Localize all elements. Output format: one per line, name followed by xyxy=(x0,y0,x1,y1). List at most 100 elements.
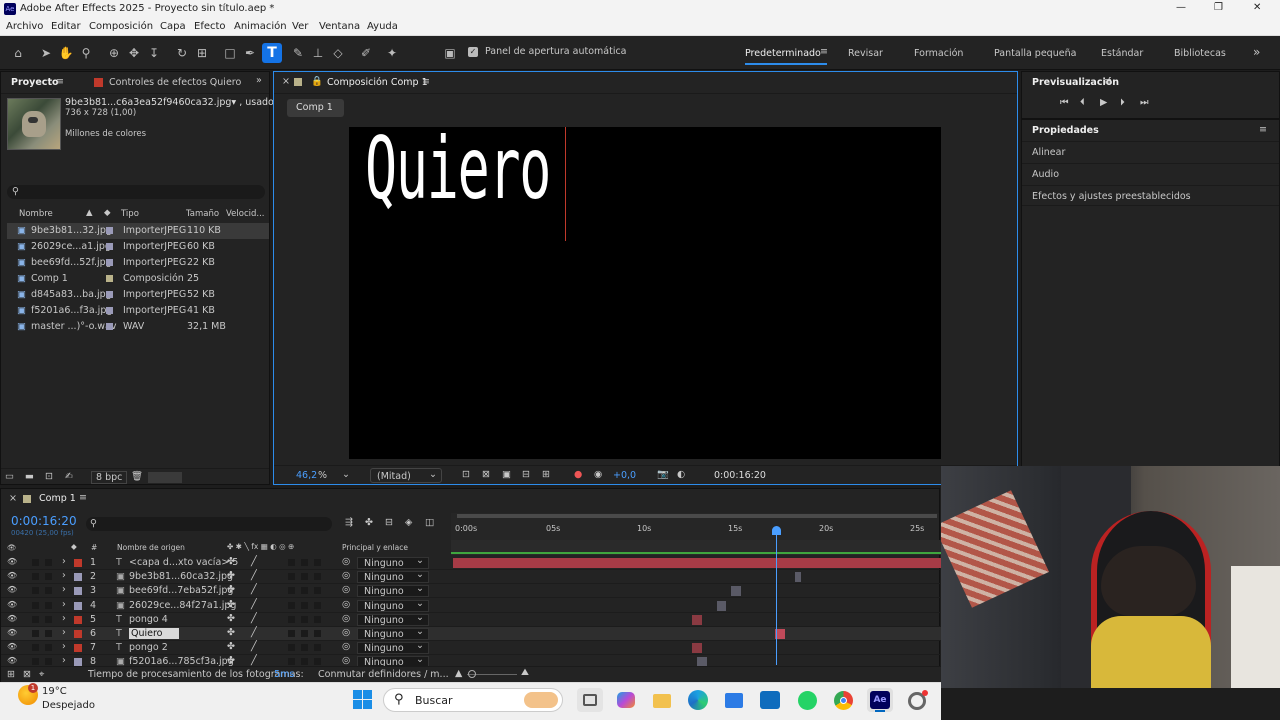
whatsapp-icon[interactable] xyxy=(795,688,821,712)
grid-icon[interactable]: ⊞ xyxy=(542,469,550,480)
puppet-pin-icon[interactable]: ✦ xyxy=(384,45,400,61)
channels-icon[interactable]: ● xyxy=(574,469,582,480)
close-tab-icon[interactable]: × xyxy=(9,493,17,504)
eye-icon[interactable]: 👁 xyxy=(7,628,17,637)
show-snapshot-icon[interactable]: ◐ xyxy=(677,469,685,480)
quality-icon[interactable]: ╱ xyxy=(251,627,257,638)
weather-temp[interactable]: 19°C xyxy=(42,686,67,697)
eye-icon[interactable]: 👁 xyxy=(7,585,17,594)
layer-name[interactable]: 9be3b81...60ca32.jpg xyxy=(129,571,233,582)
switch-box[interactable] xyxy=(288,559,295,566)
project-item[interactable]: ▣ 26029ce...a1.jpg ImporterJPEG 60 KB xyxy=(7,239,269,255)
solo-checkbox[interactable] xyxy=(32,615,39,623)
pick-whip-icon[interactable]: ◎ xyxy=(342,584,350,595)
thumbnail-slider[interactable] xyxy=(148,472,182,483)
layer-duration-bar[interactable] xyxy=(794,572,801,583)
parent-select[interactable]: Ninguno ⌄ xyxy=(357,612,429,626)
expand-chevron-icon[interactable]: › xyxy=(62,641,66,652)
switch-box[interactable] xyxy=(301,630,308,637)
solo-checkbox[interactable] xyxy=(32,630,39,637)
solo-checkbox[interactable] xyxy=(32,644,39,652)
collapse-transform-icon[interactable]: ✤ xyxy=(227,641,235,652)
layer-name[interactable]: bee69fd...7eba52f.jpg xyxy=(129,585,233,596)
layer-label-swatch[interactable] xyxy=(74,587,82,596)
eye-icon[interactable]: 👁 xyxy=(7,571,17,580)
zoom-out-icon[interactable]: ▲ xyxy=(455,668,462,679)
selection-tool-icon[interactable]: ➤ xyxy=(38,45,54,61)
windows-start-icon[interactable] xyxy=(352,689,374,711)
render-time-icon[interactable]: ⊞ xyxy=(7,669,15,680)
roto-brush-icon[interactable]: ✐ xyxy=(358,45,374,61)
workspace-estandar[interactable]: Estándar xyxy=(1101,48,1143,59)
weather-desc[interactable]: Despejado xyxy=(42,700,95,711)
in-out-icon[interactable]: ⌖ xyxy=(39,669,44,680)
expand-icon[interactable]: » xyxy=(256,75,262,86)
bpc-button[interactable]: 8 bpc xyxy=(91,471,128,484)
eye-icon[interactable]: 👁 xyxy=(7,656,17,665)
col-parent[interactable]: Principal y enlace xyxy=(342,543,408,552)
task-view-icon[interactable] xyxy=(577,688,603,712)
switch-box[interactable] xyxy=(314,630,321,637)
clone-stamp-icon[interactable]: ⊥ xyxy=(310,45,326,61)
solo-checkbox[interactable] xyxy=(32,601,39,609)
pick-whip-icon[interactable]: ◎ xyxy=(342,613,350,624)
tab-effect-controls[interactable]: Controles de efectos Quiero xyxy=(109,77,241,88)
copilot-icon[interactable] xyxy=(613,688,639,712)
switch-box[interactable] xyxy=(314,615,321,623)
type-tool-icon[interactable]: T xyxy=(262,43,282,63)
taskbar-search-input[interactable]: ⚲ Buscar xyxy=(383,688,563,712)
switch-box[interactable] xyxy=(314,587,321,595)
eye-icon[interactable]: 👁 xyxy=(7,614,17,623)
project-item[interactable]: ▣ f5201a6...f3a.jpg ImporterJPEG 41 KB xyxy=(7,303,269,319)
panel-menu-icon[interactable]: ≡ xyxy=(1104,76,1112,87)
parent-select[interactable]: Ninguno ⌄ xyxy=(357,569,429,584)
comp-breadcrumb[interactable]: Comp 1 xyxy=(287,99,344,117)
menu-composicion[interactable]: Composición xyxy=(89,21,153,32)
collapse-transform-icon[interactable]: ✤ xyxy=(227,584,235,595)
solo-checkbox[interactable] xyxy=(32,573,39,581)
mask-visibility-icon[interactable]: ▣ xyxy=(502,469,511,480)
col-source-name[interactable]: Nombre de origen xyxy=(117,543,185,552)
layer-name[interactable]: <capa d...xto vacía> 5 xyxy=(129,557,238,568)
layer-label-swatch[interactable] xyxy=(74,615,82,624)
menu-capa[interactable]: Capa xyxy=(160,21,186,32)
workspace-revisar[interactable]: Revisar xyxy=(848,48,883,59)
layer-row[interactable]: 👁 › 6 T Quiero ✤ ╱ ◎ Ninguno ⌄ xyxy=(1,626,941,641)
after-effects-taskbar-icon[interactable]: Ae xyxy=(867,688,893,712)
pick-whip-icon[interactable]: ◎ xyxy=(342,641,350,652)
lock-checkbox[interactable] xyxy=(45,630,52,637)
quality-icon[interactable]: ╱ xyxy=(251,570,257,581)
solo-checkbox[interactable] xyxy=(32,587,39,595)
playhead-handle[interactable] xyxy=(772,526,782,535)
layer-name[interactable]: Quiero xyxy=(129,628,179,639)
play-icon[interactable]: ▶ xyxy=(1100,97,1107,108)
workspace-pantalla-pequena[interactable]: Pantalla pequeña xyxy=(994,48,1076,59)
layer-label-swatch[interactable] xyxy=(74,573,82,582)
collapse-transform-icon[interactable]: ✤ xyxy=(227,627,235,638)
outlook-icon[interactable] xyxy=(757,688,783,712)
pick-whip-icon[interactable]: ◎ xyxy=(342,599,350,610)
collapse-transform-icon[interactable]: ✤ xyxy=(227,655,235,666)
home-icon[interactable]: ⌂ xyxy=(10,45,26,61)
project-search-input[interactable]: ⚲ xyxy=(7,185,265,199)
menu-ayuda[interactable]: Ayuda xyxy=(367,21,398,32)
workspace-menu-icon[interactable]: ≡ xyxy=(820,46,828,57)
col-speed[interactable]: Velocid... xyxy=(226,209,264,219)
switch-box[interactable] xyxy=(301,587,308,595)
workspace-bibliotecas[interactable]: Bibliotecas xyxy=(1174,48,1226,59)
expand-chevron-icon[interactable]: › xyxy=(62,627,66,638)
eye-icon[interactable]: 👁 xyxy=(7,557,17,566)
layer-name[interactable]: pongo 4 xyxy=(129,614,168,625)
transparency-grid-icon[interactable]: ⊠ xyxy=(482,469,490,480)
pick-whip-icon[interactable]: ◎ xyxy=(342,570,350,581)
timeline-search-input[interactable]: ⚲ xyxy=(86,517,332,531)
orbit-camera-icon[interactable]: ⊕ xyxy=(106,45,122,61)
parent-select[interactable]: Ninguno ⌄ xyxy=(357,583,429,598)
layer-duration-bar[interactable] xyxy=(453,558,941,568)
project-item[interactable]: ▣ d845a83...ba.jpg ImporterJPEG 52 KB xyxy=(7,287,269,303)
last-frame-icon[interactable]: ⏭ xyxy=(1140,97,1149,108)
section-effects-presets[interactable]: Efectos y ajustes preestablecidos xyxy=(1022,185,1279,206)
parent-select[interactable]: Ninguno ⌄ xyxy=(357,598,429,612)
chevron-down-icon[interactable]: ⌄ xyxy=(342,469,350,480)
panel-menu-icon[interactable]: ≡ xyxy=(422,76,430,87)
